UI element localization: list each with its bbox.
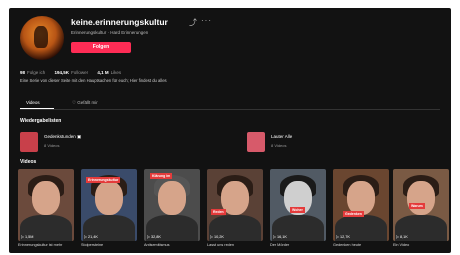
video-title: Lasst uns reden [207, 243, 235, 247]
playlist-count: 8 Videos [44, 143, 60, 148]
video-views: ▷ 12,7K [336, 235, 350, 239]
video-thumbnail: Woher ▷ 16,1K [270, 169, 326, 241]
video-caption: Reden [211, 209, 226, 215]
video-thumbnail: Klärung im ▷ 32,8K [144, 169, 200, 241]
likes-label: Likes [110, 70, 122, 75]
video-caption: Klärung im [150, 173, 173, 179]
tab-liked-label: Gefällt mir [77, 100, 98, 105]
video-views: ▷ 1,5M [21, 235, 34, 239]
video-thumbnail: Erinnerungskultur ▷ 21,4K [81, 169, 137, 241]
video-caption: Erinnerungskultur [86, 177, 121, 183]
video-card[interactable]: Klärung im ▷ 32,8K Antisemitismus [144, 169, 200, 251]
profile-tabs: Videos ♡ Gefällt mir [20, 100, 440, 110]
video-title: Gedenken heute [333, 243, 362, 247]
tab-liked[interactable]: ♡ Gefällt mir [72, 100, 98, 106]
playlist-name: Gedenkstunden ▣ [44, 134, 82, 139]
video-card[interactable]: Warum ▷ 8,1K Ein Video [393, 169, 449, 251]
share-icon[interactable]: ⤴ [189, 17, 197, 28]
playlist-item[interactable]: Lauter Alle 8 Videos [247, 132, 407, 154]
profile-username: keine.erinnerungskultur [71, 17, 168, 27]
playlist-thumbnail [20, 132, 38, 152]
video-views: ▷ 32,8K [147, 235, 161, 239]
video-caption: Woher [290, 207, 305, 213]
video-card[interactable]: Woher ▷ 16,1K Der Mörder [270, 169, 326, 251]
tab-videos[interactable]: Videos [26, 100, 40, 105]
video-views: ▷ 8,1K [396, 235, 408, 239]
follow-button[interactable]: Folgen [71, 42, 131, 53]
video-thumbnail: Warum ▷ 8,1K [393, 169, 449, 241]
video-title: Stolpersteine [81, 243, 104, 247]
playlist-thumbnail [247, 132, 265, 152]
playlist-icon: ▣ [77, 134, 82, 139]
video-title: Erinnerungskultur ist mehr [18, 243, 63, 247]
video-thumbnail: ▷ 1,5M [18, 169, 74, 241]
avatar[interactable] [20, 16, 64, 60]
videos-heading: Videos [20, 159, 37, 165]
video-card[interactable]: ▷ 1,5M Erinnerungskultur ist mehr [18, 169, 74, 251]
video-card[interactable]: Reden ▷ 10,2K Lasst uns reden [207, 169, 263, 251]
video-card[interactable]: Gedenken ▷ 12,7K Gedenken heute [333, 169, 389, 251]
playlist-name: Lauter Alle [271, 134, 293, 139]
following-count: 98 [20, 70, 26, 75]
profile-subtitle: Erinnerungskultur · Hard Erinnerungen [71, 30, 149, 35]
playlist-item[interactable]: Gedenkstunden ▣ 8 Videos [20, 132, 220, 154]
video-title: Antisemitismus [144, 243, 170, 247]
active-tab-indicator [20, 108, 54, 109]
video-title: Der Mörder [270, 243, 290, 247]
following-label[interactable]: Folge ich [27, 70, 45, 75]
video-card[interactable]: Erinnerungskultur ▷ 21,4K Stolpersteine [81, 169, 137, 251]
likes-count: 4,1 M [97, 70, 109, 75]
video-thumbnail: Gedenken ▷ 12,7K [333, 169, 389, 241]
video-caption: Warum [409, 203, 425, 209]
video-views: ▷ 16,1K [273, 235, 287, 239]
playlist-count: 8 Videos [271, 143, 287, 148]
followers-count: 194,5K [54, 70, 70, 75]
video-grid: ▷ 1,5M Erinnerungskultur ist mehr Erinne… [18, 169, 449, 251]
more-icon[interactable]: ··· [201, 16, 212, 25]
video-views: ▷ 10,2K [210, 235, 224, 239]
profile-stats: 98 Folge ich 194,5K Follower 4,1 M Likes [20, 70, 129, 75]
profile-page: keine.erinnerungskultur ⤴ ··· Erinnerung… [9, 8, 451, 253]
followers-label[interactable]: Follower [71, 70, 88, 75]
video-thumbnail: Reden ▷ 10,2K [207, 169, 263, 241]
video-title: Ein Video [393, 243, 410, 247]
profile-bio: Eine Serie von dieser Seite mit den Haup… [20, 78, 167, 83]
video-views: ▷ 21,4K [84, 235, 98, 239]
playlists-heading: Wiedergabelisten [20, 118, 62, 124]
video-caption: Gedenken [343, 211, 364, 217]
